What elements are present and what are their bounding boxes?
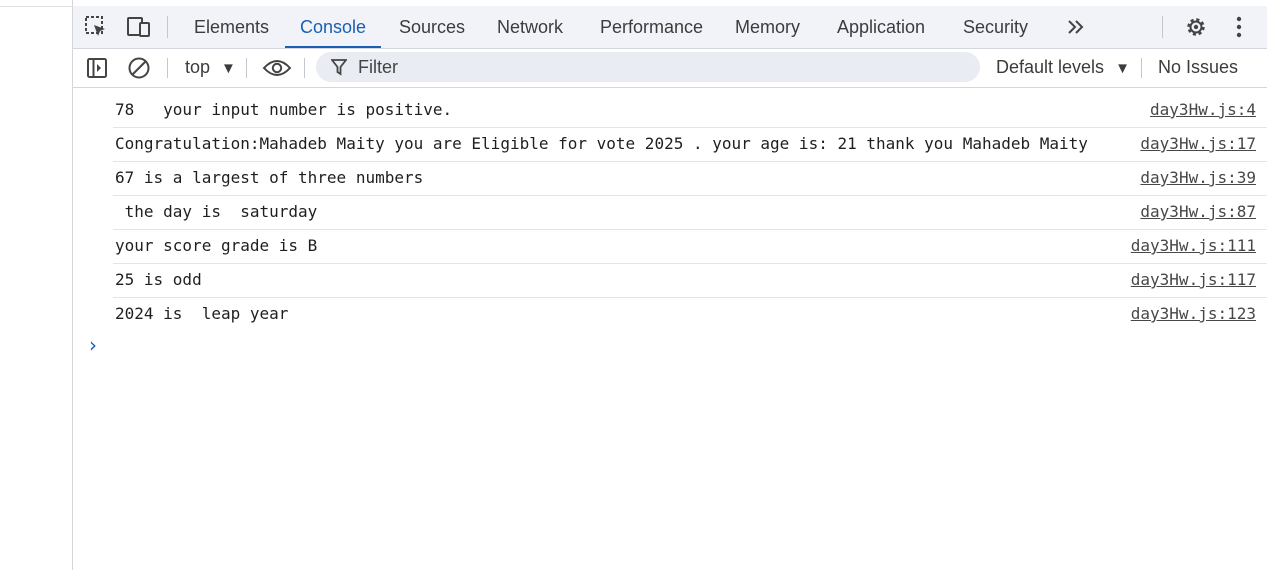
message-text: 67 is a largest of three numbers [115, 168, 424, 187]
issues-counter[interactable]: No Issues [1158, 57, 1238, 78]
clear-console-icon[interactable] [126, 55, 152, 81]
message-text: 78 your input number is positive. [115, 100, 453, 119]
source-link[interactable]: day3Hw.js:17 [1140, 134, 1256, 153]
console-prompt-chevron-icon[interactable]: › [89, 333, 97, 357]
tab-memory[interactable]: Memory [735, 6, 800, 46]
console-message: 78 your input number is positive. day3Hw… [113, 94, 1267, 128]
tab-security[interactable]: Security [963, 6, 1028, 46]
devtools-tabbar: Elements Console Sources Network Perform… [73, 6, 1267, 49]
message-text: your score grade is B [115, 236, 318, 255]
console-message: Congratulation:Mahadeb Maity you are Eli… [113, 128, 1267, 162]
source-link[interactable]: day3Hw.js:4 [1150, 100, 1256, 119]
context-selector[interactable]: top ▼ [185, 57, 236, 78]
console-message: the day is saturday day3Hw.js:87 [113, 196, 1267, 230]
tabbar-divider [167, 16, 168, 38]
console-log: 78 your input number is positive. day3Hw… [73, 94, 1267, 331]
console-message: 2024 is leap year day3Hw.js:123 [113, 298, 1267, 331]
page-viewport [0, 0, 73, 570]
context-label: top [185, 57, 211, 77]
tab-elements[interactable]: Elements [194, 6, 269, 46]
tabbar-divider-right [1162, 16, 1163, 38]
toolbar-divider-3 [304, 58, 305, 78]
device-toolbar-icon[interactable] [125, 14, 153, 40]
console-message: 25 is odd day3Hw.js:117 [113, 264, 1267, 298]
log-levels-label: Default levels [996, 57, 1105, 77]
gear-icon[interactable] [1183, 14, 1209, 40]
more-tabs-chevron-icon[interactable] [1063, 14, 1089, 40]
filter-placeholder: Filter [358, 57, 398, 77]
tab-sources[interactable]: Sources [399, 6, 465, 46]
devtools-panel: Elements Console Sources Network Perform… [73, 6, 1267, 570]
source-link[interactable]: day3Hw.js:39 [1140, 168, 1256, 187]
live-expression-eye-icon[interactable] [261, 56, 293, 80]
source-link[interactable]: day3Hw.js:123 [1131, 304, 1256, 323]
tab-console[interactable]: Console [285, 6, 382, 48]
source-link[interactable]: day3Hw.js:117 [1131, 270, 1256, 289]
tab-performance[interactable]: Performance [600, 6, 703, 46]
filter-input[interactable]: Filter [316, 52, 980, 82]
toolbar-divider-2 [246, 58, 247, 78]
console-message: your score grade is B day3Hw.js:111 [113, 230, 1267, 264]
message-text: the day is saturday [115, 202, 318, 221]
toolbar-divider [167, 58, 168, 78]
dropdown-caret-icon: ▼ [1115, 60, 1130, 77]
console-message: 67 is a largest of three numbers day3Hw.… [113, 162, 1267, 196]
source-link[interactable]: day3Hw.js:87 [1140, 202, 1256, 221]
console-toolbar: top ▼ Filter Default levels ▼ No Issues [73, 49, 1267, 88]
log-levels-dropdown[interactable]: Default levels ▼ [996, 57, 1130, 78]
inspect-element-icon[interactable] [83, 14, 109, 40]
message-text: 25 is odd [115, 270, 202, 289]
filter-funnel-icon [330, 58, 348, 76]
page-top-strip [0, 0, 72, 7]
tab-network[interactable]: Network [497, 6, 563, 46]
message-text: Congratulation:Mahadeb Maity you are Eli… [115, 134, 1088, 153]
source-link[interactable]: day3Hw.js:111 [1131, 236, 1256, 255]
dropdown-caret-icon: ▼ [221, 60, 236, 77]
message-text: 2024 is leap year [115, 304, 289, 323]
sidebar-toggle-icon[interactable] [85, 55, 109, 81]
kebab-menu-icon[interactable] [1226, 14, 1252, 40]
toolbar-divider-4 [1141, 58, 1142, 78]
tab-application[interactable]: Application [837, 6, 925, 46]
